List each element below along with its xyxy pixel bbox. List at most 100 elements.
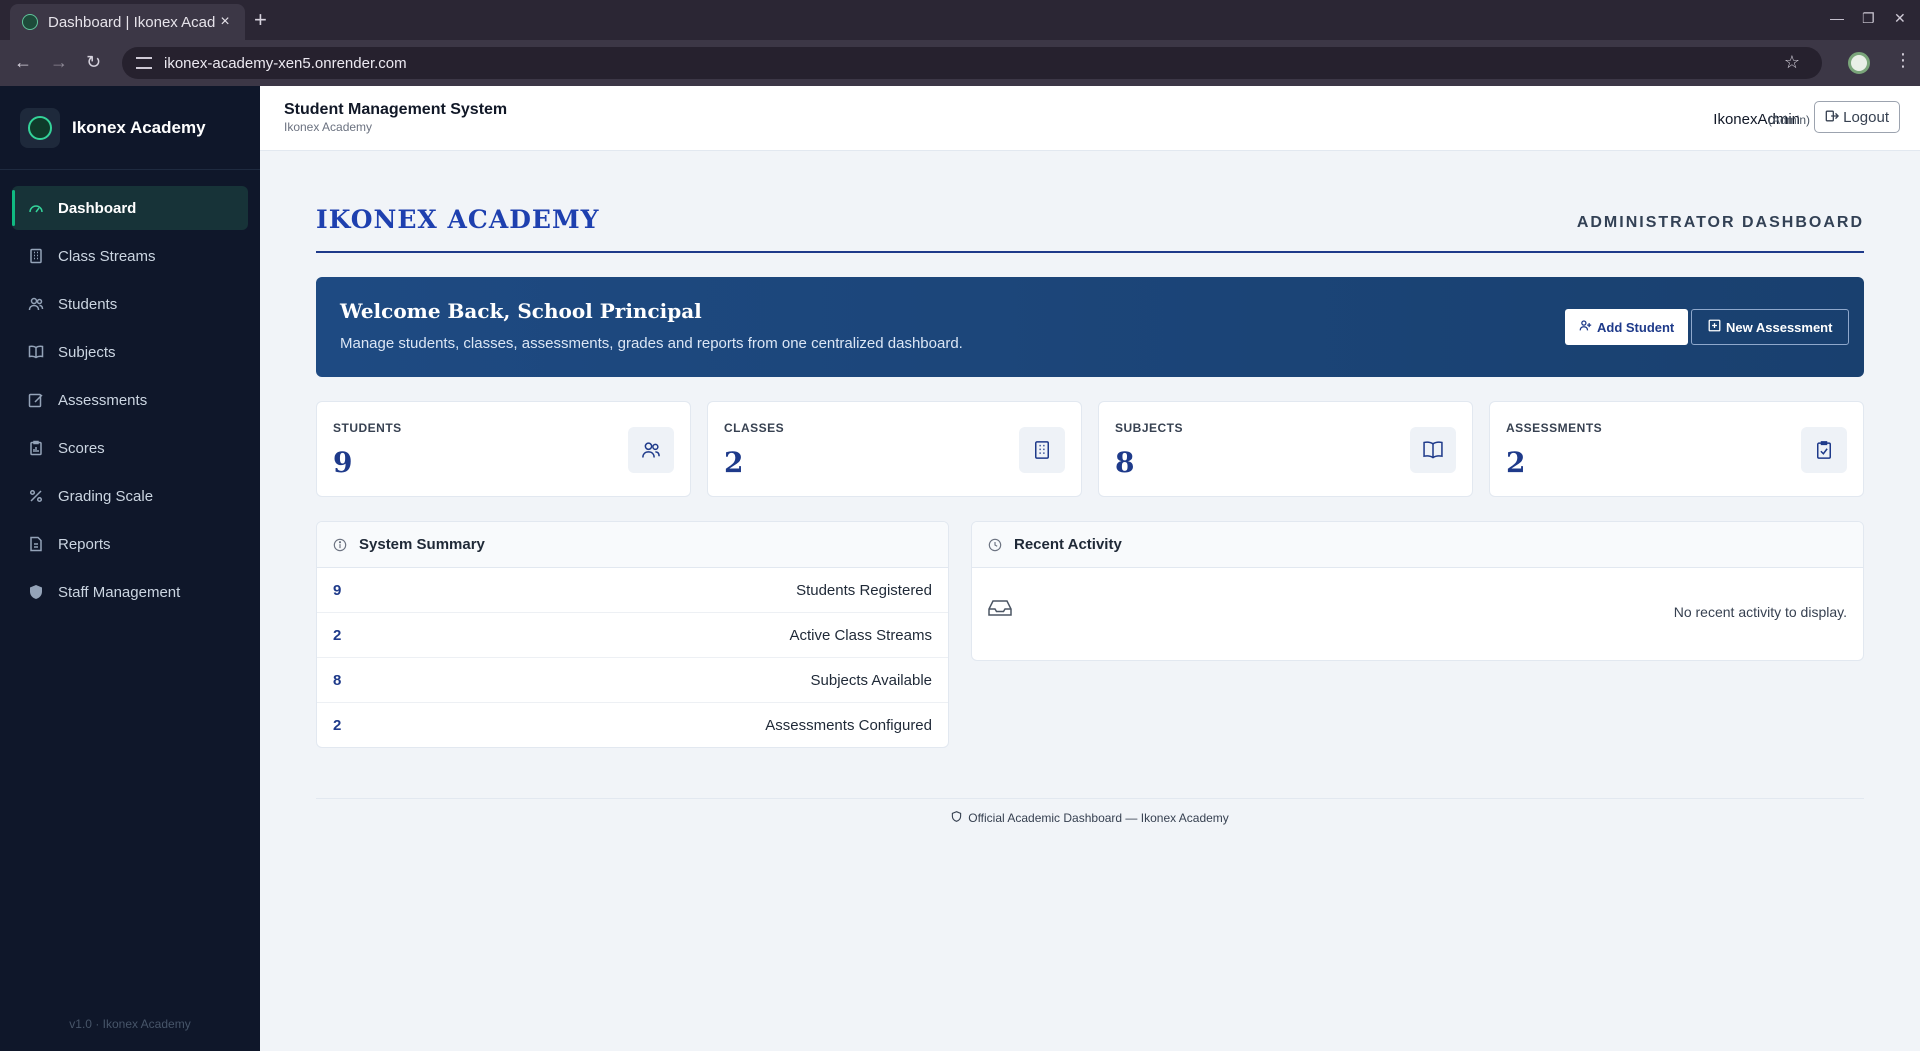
back-icon[interactable]: ← (14, 52, 32, 72)
stat-label: ASSESSMENTS (1506, 421, 1603, 435)
sidebar-item-reports[interactable]: Reports (12, 522, 248, 566)
browser-menu-icon[interactable]: ⋮ (1894, 50, 1912, 71)
site-info-icon[interactable] (136, 57, 152, 69)
summary-value: 2 (333, 717, 342, 734)
sidebar-item-label: Grading Scale (58, 487, 154, 505)
summary-value: 8 (333, 671, 342, 689)
sidebar-brand[interactable]: Ikonex Academy (0, 86, 260, 170)
bookmark-star-icon[interactable]: ☆ (1784, 52, 1800, 73)
browser-tab-strip: Dashboard | Ikonex Acad × + — ❐ ✕ (0, 0, 1920, 40)
footer-text: Official Academic Dashboard — Ikonex Aca… (968, 811, 1229, 825)
sidebar-item-assessments[interactable]: Assessments (12, 378, 248, 422)
stat-label: CLASSES (724, 421, 785, 435)
logout-icon (1825, 109, 1840, 126)
users-icon (628, 427, 674, 473)
empty-activity-text: No recent activity to display. (1673, 604, 1847, 620)
profile-avatar[interactable] (1848, 52, 1870, 74)
building-icon (28, 248, 44, 264)
new-assessment-label: New Assessment (1726, 319, 1833, 335)
inbox-tray-icon (988, 598, 1012, 623)
footer-divider (316, 798, 1864, 799)
welcome-title: Welcome Back, School Principal (340, 299, 702, 323)
sidebar-item-class-streams[interactable]: Class Streams (12, 234, 248, 278)
summary-row: 2 Assessments Configured (317, 703, 948, 747)
window-close-icon[interactable]: ✕ (1894, 10, 1906, 27)
dashboard-label: ADMINISTRATOR DASHBOARD (1576, 214, 1864, 231)
stat-card-assessments: ASSESSMENTS 2 (1489, 401, 1864, 497)
sidebar-item-label: Assessments (58, 391, 148, 409)
browser-tab[interactable]: Dashboard | Ikonex Acad × (10, 4, 245, 40)
summary-row: 2 Active Class Streams (317, 613, 948, 658)
sidebar-item-scores[interactable]: Scores (12, 426, 248, 470)
stat-value: 9 (333, 446, 353, 479)
reload-icon[interactable]: ↻ (86, 52, 101, 72)
summary-label: Assessments Configured (765, 717, 932, 734)
summary-label: Active Class Streams (789, 626, 932, 644)
summary-label: Students Registered (796, 581, 932, 599)
building-icon (1019, 427, 1065, 473)
clipboard-data-icon (28, 440, 44, 456)
recent-activity-panel: Recent Activity No recent activity to di… (971, 521, 1864, 661)
file-icon (28, 536, 44, 552)
system-summary-panel: System Summary 9 Students Registered 2 A… (316, 521, 949, 748)
restore-icon[interactable]: ❐ (1862, 10, 1875, 27)
sidebar-item-label: Students (58, 295, 118, 313)
users-icon (28, 296, 44, 312)
sidebar-item-grading-scale[interactable]: Grading Scale (12, 474, 248, 518)
address-bar[interactable]: ikonex-academy-xen5.onrender.com ☆ (122, 47, 1822, 79)
stats-row: STUDENTS 9 CLASSES 2 SUBJECTS 8 ASSESSME… (316, 401, 1864, 497)
plus-square-icon (1708, 319, 1721, 335)
gauge-icon (28, 200, 44, 216)
user-role: (Admin) (1767, 113, 1810, 127)
book-icon (28, 344, 44, 360)
sidebar-item-label: Subjects (58, 343, 116, 361)
sidebar-nav: Dashboard Class Streams Students Subject… (0, 170, 260, 614)
sidebar-item-label: Scores (58, 439, 105, 457)
top-header: Student Management System Ikonex Academy… (260, 86, 1920, 151)
stat-card-students: STUDENTS 9 (316, 401, 691, 497)
clock-icon (988, 538, 1002, 552)
stat-card-subjects: SUBJECTS 8 (1098, 401, 1473, 497)
summary-row: 8 Subjects Available (317, 658, 948, 703)
page-subtitle: Ikonex Academy (284, 120, 373, 134)
sidebar-item-staff-management[interactable]: Staff Management (12, 570, 248, 614)
book-icon (1410, 427, 1456, 473)
minimize-icon[interactable]: — (1830, 10, 1844, 26)
sidebar-item-label: Class Streams (58, 247, 156, 265)
sidebar: Ikonex Academy Dashboard Class Streams S… (0, 86, 260, 1051)
sidebar-item-dashboard[interactable]: Dashboard (12, 186, 248, 230)
school-name-heading: IKONEX ACADEMY (316, 205, 600, 234)
school-logo (20, 107, 60, 148)
logout-label: Logout (1843, 108, 1889, 126)
new-assessment-button[interactable]: New Assessment (1691, 309, 1850, 345)
user-plus-icon (1579, 319, 1592, 335)
page-title: Student Management System (284, 101, 508, 118)
info-icon (333, 538, 347, 552)
sidebar-item-students[interactable]: Students (12, 282, 248, 326)
new-tab-button[interactable]: + (254, 8, 267, 32)
logout-button[interactable]: Logout (1814, 101, 1900, 133)
forward-icon[interactable]: → (50, 52, 68, 72)
summary-row: 9 Students Registered (317, 568, 948, 613)
stat-card-classes: CLASSES 2 (707, 401, 1082, 497)
close-tab-icon[interactable]: × (217, 13, 233, 31)
browser-toolbar: ← → ↻ ikonex-academy-xen5.onrender.com ☆… (0, 40, 1920, 86)
stat-value: 8 (1115, 446, 1135, 479)
sidebar-item-label: Reports (58, 535, 111, 553)
footer: Official Academic Dashboard — Ikonex Aca… (316, 811, 1864, 825)
sidebar-item-label: Dashboard (58, 199, 137, 217)
brand-name: Ikonex Academy (72, 117, 206, 137)
stat-label: SUBJECTS (1115, 421, 1184, 435)
shield-outline-icon (951, 811, 965, 825)
stat-value: 2 (724, 446, 744, 479)
welcome-subtitle: Manage students, classes, assessments, g… (340, 335, 963, 352)
panel-title: Recent Activity (1014, 536, 1122, 553)
summary-value: 2 (333, 626, 342, 644)
tab-title: Dashboard | Ikonex Acad (48, 13, 216, 31)
panel-header: System Summary (317, 522, 948, 568)
sidebar-item-subjects[interactable]: Subjects (12, 330, 248, 374)
stat-label: STUDENTS (333, 421, 402, 435)
sidebar-item-label: Staff Management (58, 583, 181, 601)
version-text: v1.0 · Ikonex Academy (69, 1017, 191, 1031)
add-student-button[interactable]: Add Student (1565, 309, 1689, 345)
